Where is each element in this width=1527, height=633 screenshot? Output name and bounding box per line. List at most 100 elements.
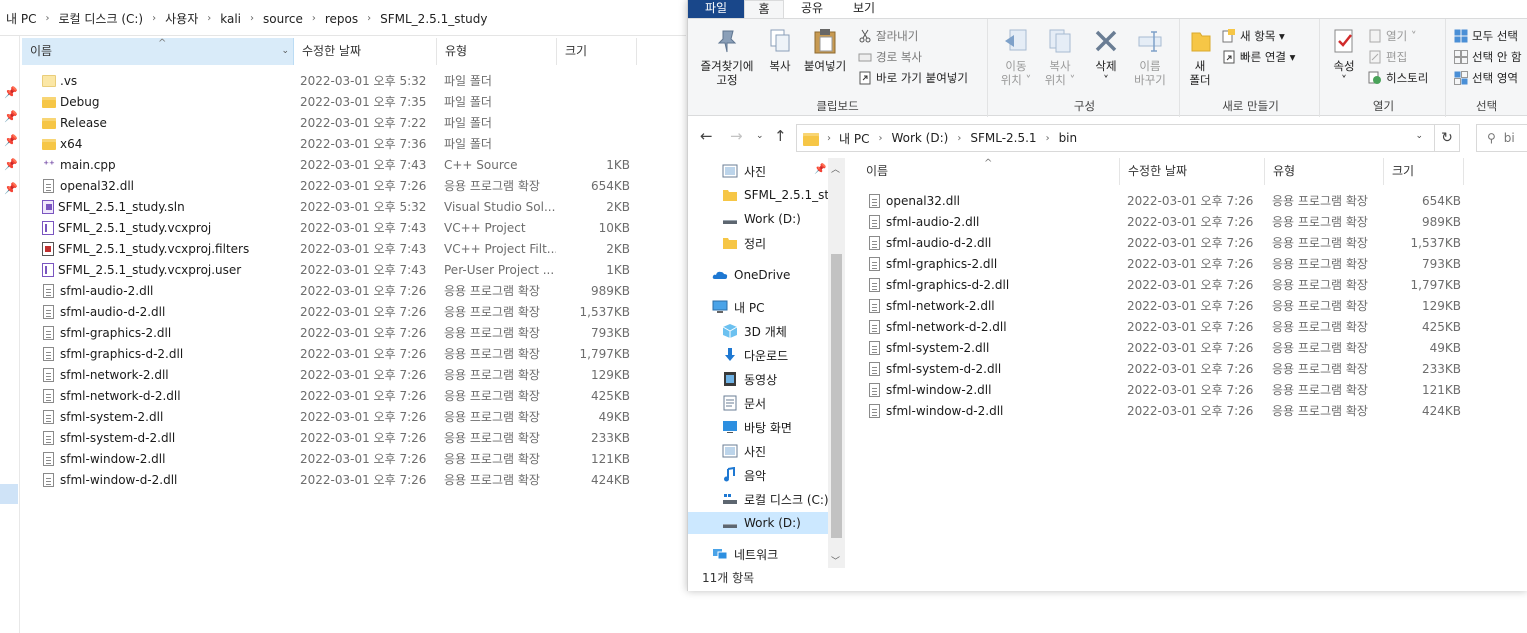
nav-selected-item[interactable] [0,484,18,504]
file-row[interactable]: sfml-audio-d-2.dll 2022-03-01 오후 7:26 응용 프… [42,301,630,322]
file-row[interactable]: sfml-network-d-2.dll 2022-03-01 오후 7:26 응용… [42,385,630,406]
file-row[interactable]: SFML_2.5.1_study.vcxproj 2022-03-01 오후 7:… [42,217,630,238]
copy-to-button[interactable]: 복사 위치 ˅ [1038,27,1082,87]
paste-button[interactable]: 붙여넣기 [800,27,850,73]
new-folder-button[interactable]: 새 폴더 [1182,27,1218,87]
breadcrumb-item[interactable]: 내 PC [839,130,869,147]
file-row[interactable]: sfml-network-2.dll 2022-03-01 오후 7:26 응용 프… [868,295,1461,316]
new-item-button[interactable]: 새 항목 ▾ [1222,27,1285,45]
nav-item[interactable]: Work (D:) [688,512,828,534]
nav-item[interactable]: 3D 개체 [688,320,828,342]
file-row[interactable]: sfml-graphics-2.dll 2022-03-01 오후 7:26 응용 … [42,322,630,343]
nav-item[interactable]: 정리 [688,232,828,254]
tab-share[interactable]: 공유 [788,0,836,18]
column-type[interactable]: 유형 [1265,158,1384,185]
chevron-right-icon[interactable]: › [878,133,882,144]
scrollbar-thumb[interactable] [831,254,842,538]
chevron-right-icon[interactable]: › [957,133,961,144]
chevron-right-icon[interactable]: › [312,13,316,24]
nav-item[interactable]: 음악 [688,464,828,486]
file-row[interactable]: SFML_2.5.1_study.sln 2022-03-01 오후 5:32 Vi… [42,196,630,217]
file-row[interactable]: sfml-system-2.dll 2022-03-01 오후 7:26 응용 프로… [42,406,630,427]
file-row[interactable]: sfml-system-d-2.dll 2022-03-01 오후 7:26 응용 … [42,427,630,448]
up-arrow-icon[interactable]: ↑ [774,127,787,145]
file-row[interactable]: sfml-network-d-2.dll 2022-03-01 오후 7:26 응용… [868,316,1461,337]
pin-to-quick-access-button[interactable]: 즐겨찾기에 고정 [692,27,762,87]
file-row[interactable]: Debug 2022-03-01 오후 7:35 파일 폴더 [42,91,630,112]
chevron-right-icon[interactable]: › [45,13,49,24]
file-row[interactable]: sfml-window-2.dll 2022-03-01 오후 7:26 응용 프로… [868,379,1461,400]
chevron-right-icon[interactable]: › [207,13,211,24]
open-button[interactable]: 열기 ˅ [1368,27,1417,45]
file-row[interactable]: sfml-window-d-2.dll 2022-03-01 오후 7:26 응용 … [42,469,630,490]
chevron-right-icon[interactable]: › [152,13,156,24]
file-row[interactable]: .vs 2022-03-01 오후 5:32 파일 폴더 [42,70,630,91]
chevron-right-icon[interactable]: › [367,13,371,24]
scroll-down-icon[interactable]: ﹀ [831,554,840,567]
file-row[interactable]: sfml-graphics-d-2.dll 2022-03-01 오후 7:26 응… [868,274,1461,295]
column-size[interactable]: 크기 [557,38,637,65]
file-row[interactable]: sfml-system-2.dll 2022-03-01 오후 7:26 응용 프로… [868,337,1461,358]
file-row[interactable]: sfml-window-d-2.dll 2022-03-01 오후 7:26 응용 … [868,400,1461,421]
history-button[interactable]: 히스토리 [1368,69,1428,87]
select-none-button[interactable]: 선택 안 함 [1454,48,1522,66]
file-row[interactable]: ⁺⁺ main.cpp 2022-03-01 오후 7:43 C++ Source 1K… [42,154,630,175]
column-name[interactable]: ^ 이름 ⌄ [22,38,294,65]
file-row[interactable]: x64 2022-03-01 오후 7:36 파일 폴더 [42,133,630,154]
nav-scrollbar[interactable]: ︿ ﹀ [828,158,845,568]
left-address-bar[interactable]: 내 PC › 로컬 디스크 (C:) › 사용자 › kali › source › repos › S… [0,0,686,36]
chevron-right-icon[interactable]: › [1046,133,1050,144]
select-all-button[interactable]: 모두 선택 [1454,27,1518,45]
file-row[interactable]: sfml-system-d-2.dll 2022-03-01 오후 7:26 응용 … [868,358,1461,379]
tab-view[interactable]: 보기 [840,0,888,18]
address-bar[interactable]: › 내 PC › Work (D:) › SFML-2.5.1 › bin ⌄ [796,124,1456,152]
file-row[interactable]: openal32.dll 2022-03-01 오후 7:26 응용 프로그램 확장… [868,190,1461,211]
file-row[interactable]: sfml-audio-2.dll 2022-03-01 오후 7:26 응용 프로그… [42,280,630,301]
file-row[interactable]: sfml-graphics-2.dll 2022-03-01 오후 7:26 응용 … [868,253,1461,274]
tab-file[interactable]: 파일 [688,0,744,18]
file-row[interactable]: openal32.dll 2022-03-01 오후 7:26 응용 프로그램 확장… [42,175,630,196]
rename-button[interactable]: 이름 바꾸기 [1128,27,1172,87]
cut-button[interactable]: 잘라내기 [858,27,918,45]
column-size[interactable]: 크기 [1384,158,1464,185]
copy-button[interactable]: 복사 [762,27,798,73]
breadcrumb-item[interactable]: bin [1059,131,1078,145]
refresh-button[interactable]: ↻ [1434,124,1460,152]
search-input[interactable]: ⚲ bi [1476,124,1527,152]
column-date[interactable]: 수정한 날짜 [1120,158,1265,185]
chevron-right-icon[interactable]: › [250,13,254,24]
breadcrumb-item[interactable]: kali [220,12,241,26]
back-arrow-icon[interactable]: ← [700,127,713,145]
edit-button[interactable]: 편집 [1368,48,1407,66]
column-type[interactable]: 유형 [437,38,557,65]
breadcrumb-item[interactable]: SFML-2.5.1 [970,131,1036,145]
nav-item[interactable]: 바탕 화면 [688,416,828,438]
easy-access-button[interactable]: 빠른 연결 ▾ [1222,48,1295,66]
nav-item[interactable]: 네트워크 [688,543,828,565]
breadcrumb-item[interactable]: source [263,12,303,26]
file-row[interactable]: sfml-audio-2.dll 2022-03-01 오후 7:26 응용 프로그… [868,211,1461,232]
nav-item[interactable]: 내 PC [688,296,828,318]
invert-selection-button[interactable]: 선택 영역 [1454,69,1518,87]
nav-item[interactable]: OneDrive [688,264,828,286]
file-row[interactable]: Release 2022-03-01 오후 7:22 파일 폴더 [42,112,630,133]
nav-item[interactable]: 로컬 디스크 (C:) [688,488,828,510]
breadcrumb-item[interactable]: Work (D:) [891,131,948,145]
delete-button[interactable]: 삭제 ˅ [1086,27,1126,87]
breadcrumb-item[interactable]: 사용자 [165,10,198,27]
file-row[interactable]: sfml-window-2.dll 2022-03-01 오후 7:26 응용 프로… [42,448,630,469]
chevron-down-icon[interactable]: ⌄ [281,38,289,65]
breadcrumb-item[interactable]: SFML_2.5.1_study [380,12,487,26]
breadcrumb-item[interactable]: 내 PC [6,10,36,27]
breadcrumb-item[interactable]: 로컬 디스크 (C:) [58,10,143,27]
file-row[interactable]: sfml-audio-d-2.dll 2022-03-01 오후 7:26 응용 프… [868,232,1461,253]
copy-path-button[interactable]: 경로 복사 [858,48,922,66]
nav-item[interactable]: SFML_2.5.1_stud [688,184,828,206]
file-row[interactable]: sfml-graphics-d-2.dll 2022-03-01 오후 7:26 응… [42,343,630,364]
chevron-down-icon[interactable]: ⌄ [1415,131,1423,141]
column-name[interactable]: ^ 이름 [858,158,1120,185]
tab-home[interactable]: 홈 [744,0,784,18]
nav-item[interactable]: 사진 📌 [688,160,828,182]
paste-shortcut-button[interactable]: 바로 가기 붙여넣기 [858,69,968,87]
nav-item[interactable]: 다운로드 [688,344,828,366]
